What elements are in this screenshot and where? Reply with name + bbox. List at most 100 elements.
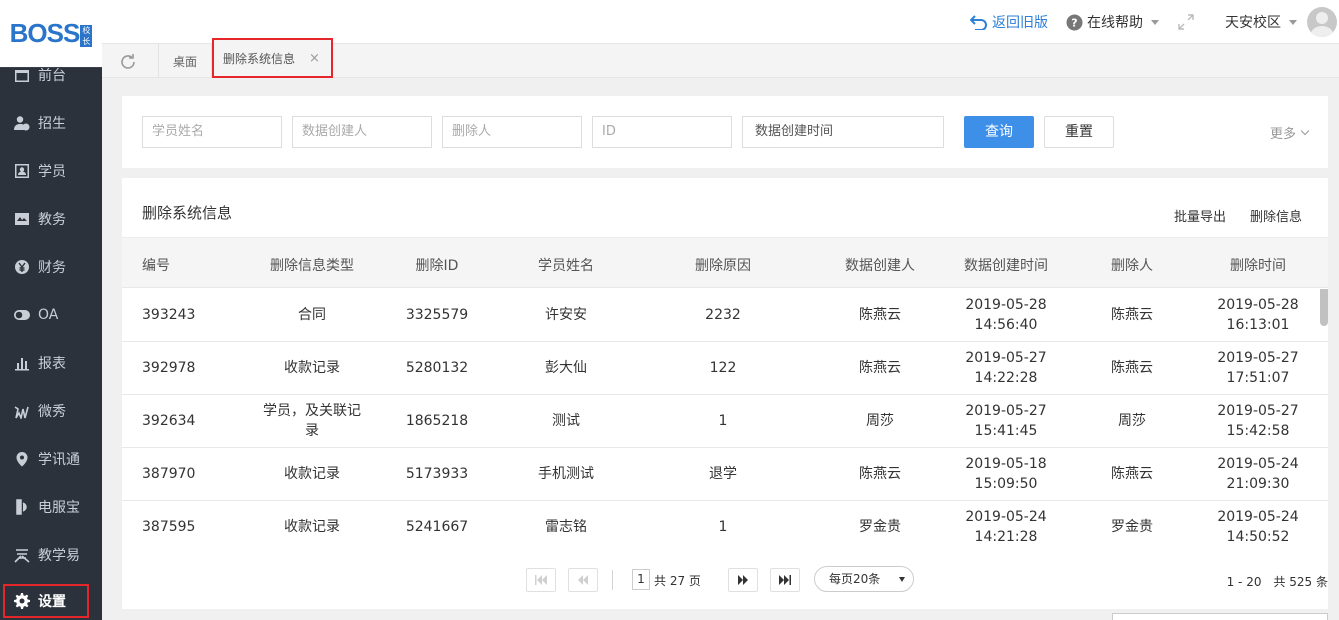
column-header: 删除ID xyxy=(415,258,459,274)
column-header: 编号 xyxy=(142,258,170,274)
date: 2019-05-27 xyxy=(965,403,1047,419)
create-time-picker[interactable]: 数据创建时间 xyxy=(742,116,944,148)
cell-creator: 陈燕云 xyxy=(859,360,901,376)
sidebar-item-reports[interactable]: 报表 xyxy=(0,339,66,387)
cell-creator: 罗金贵 xyxy=(859,519,901,535)
delete-info-button[interactable]: 删除信息 xyxy=(1250,206,1302,225)
sidebar-item-academic[interactable]: 教务 xyxy=(0,195,66,243)
bar-chart-icon xyxy=(13,354,31,372)
cell-deleter: 周莎 xyxy=(1118,413,1146,429)
column-header: 学员姓名 xyxy=(538,258,594,274)
prev-page-button[interactable] xyxy=(568,568,598,592)
sidebar-item-label: 学员 xyxy=(38,164,66,180)
cell-create-time: 2019-05-28 14:56:40 xyxy=(956,289,1056,341)
cell-delete-id: 5280132 xyxy=(405,360,469,376)
sidebar-item-enrollment[interactable]: 招生 xyxy=(0,99,66,147)
cell-delete-id: 1865218 xyxy=(405,413,469,429)
cell-create-time: 2019-05-24 14:21:28 xyxy=(956,501,1056,549)
column-header: 数据创建人 xyxy=(845,258,915,274)
table-row[interactable]: 392978 收款记录 5280132 彭大仙 122 陈燕云 2019-05-… xyxy=(122,342,1328,395)
wei-icon xyxy=(13,402,31,420)
first-page-icon xyxy=(535,575,547,585)
first-page-button[interactable] xyxy=(526,568,556,592)
last-page-button[interactable] xyxy=(770,568,800,592)
table-row[interactable]: 387970 收款记录 5173933 手机测试 退学 陈燕云 2019-05-… xyxy=(122,448,1328,501)
yen-icon xyxy=(13,258,31,276)
tab-desktop[interactable]: 桌面 xyxy=(158,44,212,78)
column-header: 删除时间 xyxy=(1230,258,1286,274)
table-header: 编号 删除信息类型 删除ID 学员姓名 删除原因 数据创建人 数据创建时间 删除… xyxy=(122,237,1328,288)
query-button[interactable]: 查询 xyxy=(964,116,1034,148)
online-help-label: 在线帮助 xyxy=(1087,15,1143,31)
date: 2019-05-27 xyxy=(1217,350,1299,366)
table-row[interactable]: 393243 合同 3325579 许安安 2232 陈燕云 2019-05-2… xyxy=(122,289,1328,342)
cell-create-time: 2019-05-18 15:09:50 xyxy=(956,448,1056,500)
tab-delete-system-info[interactable]: 删除系统信息 × xyxy=(212,38,333,78)
refresh-icon[interactable] xyxy=(118,52,138,72)
page-number-input[interactable]: 1 xyxy=(632,569,650,590)
chevron-down-icon xyxy=(1151,19,1159,25)
cell-delete-time: 2019-05-24 14:50:52 xyxy=(1208,501,1308,549)
next-page-button[interactable] xyxy=(728,568,758,592)
date: 2019-05-28 xyxy=(965,297,1047,313)
cell-create-time: 2019-05-27 14:22:28 xyxy=(956,342,1056,394)
logo-badge: 校长 xyxy=(80,24,93,47)
table-row[interactable]: 387595 收款记录 5241667 雷志铭 1 罗金贵 2019-05-24… xyxy=(122,501,1328,549)
logo[interactable]: BOSS 校长 xyxy=(0,0,102,68)
cell-deleter: 陈燕云 xyxy=(1111,466,1153,482)
pagination: 1 共 27 页 每页20条 1 - 20 共 525 条 xyxy=(122,565,1328,595)
record-range: 1 - 20 共 525 条 xyxy=(1226,575,1328,589)
column-header: 删除信息类型 xyxy=(270,258,354,274)
cell-creator: 周莎 xyxy=(866,413,894,429)
more-filters-toggle[interactable]: 更多 xyxy=(1270,123,1310,142)
sidebar-item-label: OA xyxy=(38,307,59,323)
table-row[interactable]: 392634 学员，及关联记录 1865218 测试 1 周莎 2019-05-… xyxy=(122,395,1328,448)
toggle-icon xyxy=(13,306,31,324)
cell-delete-id: 5241667 xyxy=(405,519,469,535)
time: 14:56:40 xyxy=(974,317,1038,333)
cell-delete-time: 2019-05-24 21:09:30 xyxy=(1208,448,1308,500)
sidebar-item-weixiu[interactable]: 微秀 xyxy=(0,387,66,435)
page-size-select[interactable]: 每页20条 xyxy=(814,566,914,592)
cell-reason: 1 xyxy=(718,413,728,429)
sidebar-item-dianfubao[interactable]: 电服宝 xyxy=(0,483,80,531)
location-icon xyxy=(13,450,31,468)
close-icon[interactable]: × xyxy=(309,51,320,66)
time: 14:50:52 xyxy=(1226,529,1290,545)
campus-dropdown[interactable]: 天安校区 xyxy=(1225,12,1297,32)
cell-type: 收款记录 xyxy=(284,519,340,535)
online-help-dropdown[interactable]: ? 在线帮助 xyxy=(1066,12,1159,32)
type-line: 学员，及关联记 xyxy=(263,403,361,419)
sidebar-item-oa[interactable]: OA xyxy=(0,291,58,339)
data-creator-input[interactable]: 数据创建人 xyxy=(292,116,432,148)
prev-page-icon xyxy=(578,575,588,585)
column-header: 删除原因 xyxy=(695,258,751,274)
last-page-icon xyxy=(779,575,791,585)
batch-export-button[interactable]: 批量导出 xyxy=(1174,206,1226,225)
cell-type: 收款记录 xyxy=(284,466,340,482)
back-to-old-version-link[interactable]: 返回旧版 xyxy=(970,12,1048,32)
sidebar-item-label: 财务 xyxy=(38,260,66,276)
date: 2019-05-28 xyxy=(1217,297,1299,313)
vertical-scrollbar[interactable] xyxy=(1320,289,1328,326)
svg-text:?: ? xyxy=(1071,16,1077,29)
undo-icon xyxy=(970,15,987,30)
sidebar-item-settings[interactable]: 设置 xyxy=(3,584,89,618)
cell-type: 收款记录 xyxy=(284,360,340,376)
sidebar-item-finance[interactable]: 财务 xyxy=(0,243,66,291)
avatar[interactable] xyxy=(1307,7,1337,37)
sidebar-item-label: 微秀 xyxy=(38,404,66,420)
sidebar-item-xuexuntong[interactable]: 学讯通 xyxy=(0,435,80,483)
sidebar-item-jiaoxueyi[interactable]: 教学易 xyxy=(0,531,80,579)
reset-button[interactable]: 重置 xyxy=(1044,116,1114,148)
cell-no: 392634 xyxy=(142,413,196,429)
cell-no: 392978 xyxy=(142,360,196,376)
chevron-down-icon xyxy=(1300,126,1310,136)
cell-creator: 陈燕云 xyxy=(859,307,901,323)
cell-no: 393243 xyxy=(142,307,196,323)
student-name-input[interactable]: 学员姓名 xyxy=(142,116,282,148)
id-input[interactable]: ID xyxy=(592,116,732,148)
deleter-input[interactable]: 删除人 xyxy=(442,116,582,148)
fullscreen-button[interactable] xyxy=(1177,13,1199,31)
sidebar-item-students[interactable]: 学员 xyxy=(0,147,66,195)
